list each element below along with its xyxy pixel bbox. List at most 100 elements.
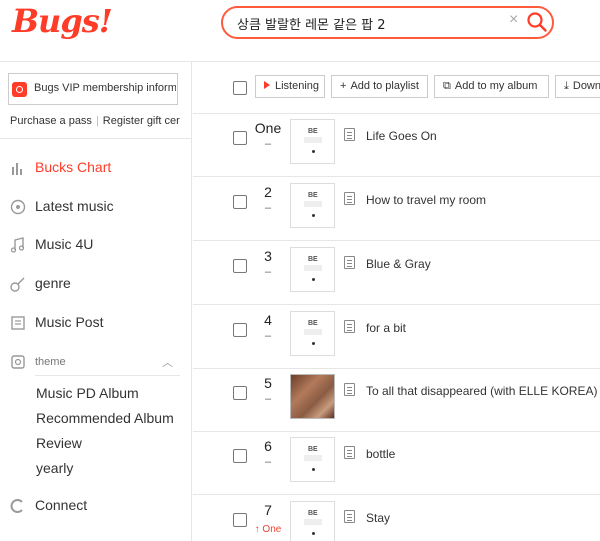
download-button[interactable]: ⤓ Down xyxy=(555,75,600,98)
purchase-pass-link[interactable]: Purchase a pass xyxy=(10,115,92,127)
album-cover[interactable]: BE xyxy=(290,247,335,292)
theme-item-recommended-album[interactable]: Recommended Album xyxy=(36,410,174,426)
add-playlist-label: Add to playlist xyxy=(350,80,419,92)
track-title[interactable]: To all that disappeared (with ELLE KOREA… xyxy=(366,384,597,398)
track-rank: One xyxy=(254,120,282,136)
rank-change: – xyxy=(264,393,272,405)
chart-bars-icon xyxy=(12,163,22,175)
add-to-my-album-button[interactable]: ⧉ Add to my album xyxy=(434,75,549,98)
rank-change: ↑ One xyxy=(254,524,282,535)
album-cover[interactable]: BE xyxy=(290,501,335,541)
track-rank: 6 xyxy=(264,438,272,454)
lyrics-icon[interactable] xyxy=(344,510,355,523)
play-icon xyxy=(264,81,270,89)
theme-item-music-pd-album[interactable]: Music PD Album xyxy=(36,385,139,401)
header: Bugs! × xyxy=(0,0,600,62)
track-checkbox[interactable] xyxy=(233,386,247,400)
sidebar-item-music-post[interactable]: Music Post xyxy=(0,311,190,337)
download-icon: ⤓ xyxy=(564,80,569,92)
album-cover[interactable]: BE xyxy=(290,311,335,356)
search-box: × xyxy=(221,6,554,39)
sidebar-item-latest-music[interactable]: Latest music xyxy=(0,195,190,221)
listening-button[interactable]: Listening xyxy=(255,75,325,98)
lyrics-icon[interactable] xyxy=(344,256,355,269)
lyrics-icon[interactable] xyxy=(344,446,355,459)
track-row[interactable]: 2 – BE How to travel my room xyxy=(193,178,600,241)
album-cover[interactable]: BE xyxy=(290,183,335,228)
track-row[interactable]: 7 ↑ One BE Stay xyxy=(193,496,600,541)
track-row[interactable]: 4 – BE for a bit xyxy=(193,306,600,369)
rank-change: – xyxy=(264,330,272,342)
vip-membership-banner[interactable]: Bugs VIP membership inform xyxy=(8,73,178,105)
theme-item-yearly[interactable]: yearly xyxy=(36,460,73,476)
sidebar-item-label: Music Post xyxy=(35,314,104,330)
rank-change: – xyxy=(264,138,272,150)
add-album-label: Add to my album xyxy=(454,80,538,92)
sidebar-item-label: genre xyxy=(35,275,71,291)
add-to-playlist-button[interactable]: + Add to playlist xyxy=(331,75,428,98)
sidebar-item-theme[interactable]: theme ︿ xyxy=(0,350,190,376)
chevron-up-icon[interactable]: ︿ xyxy=(162,354,173,370)
plus-icon: + xyxy=(340,80,347,92)
lyrics-icon[interactable] xyxy=(344,320,355,333)
track-rank: 4 xyxy=(264,312,272,328)
track-title[interactable]: Life Goes On xyxy=(366,129,437,143)
search-icon[interactable] xyxy=(526,11,548,33)
theme-disc-icon xyxy=(11,355,25,369)
track-row[interactable]: One – BE Life Goes On xyxy=(193,114,600,177)
listening-label: Listening xyxy=(275,80,320,92)
track-rank: 2 xyxy=(264,184,272,200)
track-rank: 3 xyxy=(264,248,272,264)
album-cover[interactable]: BE xyxy=(290,437,335,482)
track-checkbox[interactable] xyxy=(233,513,247,527)
sidebar-item-label: Music 4U xyxy=(35,236,94,252)
link-separator: | xyxy=(95,115,99,127)
track-rank: 5 xyxy=(264,375,272,391)
lyrics-icon[interactable] xyxy=(344,192,355,205)
track-checkbox[interactable] xyxy=(233,259,247,273)
register-gift-link[interactable]: Register gift cer xyxy=(103,115,180,127)
track-checkbox[interactable] xyxy=(233,449,247,463)
select-all-checkbox[interactable] xyxy=(233,81,247,95)
vip-icon xyxy=(12,82,27,97)
new-music-icon xyxy=(10,199,26,215)
album-cover[interactable]: BE xyxy=(290,119,335,164)
connect-icon xyxy=(10,499,23,513)
track-title[interactable]: Stay xyxy=(366,511,390,525)
sidebar-divider xyxy=(0,138,191,139)
rank-change: – xyxy=(264,456,272,468)
track-title[interactable]: Blue & Gray xyxy=(366,257,431,271)
track-row[interactable]: 6 – BE bottle xyxy=(193,432,600,495)
track-title[interactable]: bottle xyxy=(366,447,395,461)
sidebar: Bugs VIP membership inform Purchase a pa… xyxy=(0,62,192,541)
theme-item-review[interactable]: Review xyxy=(36,435,82,451)
sidebar-item-music-4u[interactable]: Music 4U xyxy=(0,233,190,259)
track-rank: 7 xyxy=(264,502,272,518)
download-label: Down xyxy=(572,80,600,92)
rank-change: – xyxy=(264,202,272,214)
post-icon xyxy=(11,316,25,330)
track-title[interactable]: for a bit xyxy=(366,321,406,335)
lyrics-icon[interactable] xyxy=(344,383,355,396)
track-checkbox[interactable] xyxy=(233,195,247,209)
sidebar-item-label: Connect xyxy=(35,497,88,513)
track-title[interactable]: How to travel my room xyxy=(366,193,486,207)
track-checkbox[interactable] xyxy=(233,131,247,145)
sidebar-item-connect[interactable]: Connect xyxy=(0,494,190,520)
search-input[interactable] xyxy=(237,14,507,32)
membership-links: Purchase a pass | Register gift cer xyxy=(10,115,180,127)
bugs-logo[interactable]: Bugs! xyxy=(12,2,113,40)
album-cover[interactable] xyxy=(290,374,335,419)
lyrics-icon[interactable] xyxy=(344,128,355,141)
sidebar-item-genre[interactable]: genre xyxy=(0,272,190,298)
music-note-icon xyxy=(10,237,25,253)
sidebar-item-label: Bucks Chart xyxy=(35,159,112,175)
track-checkbox[interactable] xyxy=(233,323,247,337)
clear-icon[interactable]: × xyxy=(509,11,518,29)
album-add-icon: ⧉ xyxy=(443,80,451,92)
track-row[interactable]: 5 – To all that disappeared (with ELLE K… xyxy=(193,369,600,432)
rank-change: – xyxy=(264,266,272,278)
sidebar-item-label: Latest music xyxy=(35,198,114,214)
track-row[interactable]: 3 – BE Blue & Gray xyxy=(193,242,600,305)
sidebar-item-bucks-chart[interactable]: Bucks Chart xyxy=(0,156,190,182)
